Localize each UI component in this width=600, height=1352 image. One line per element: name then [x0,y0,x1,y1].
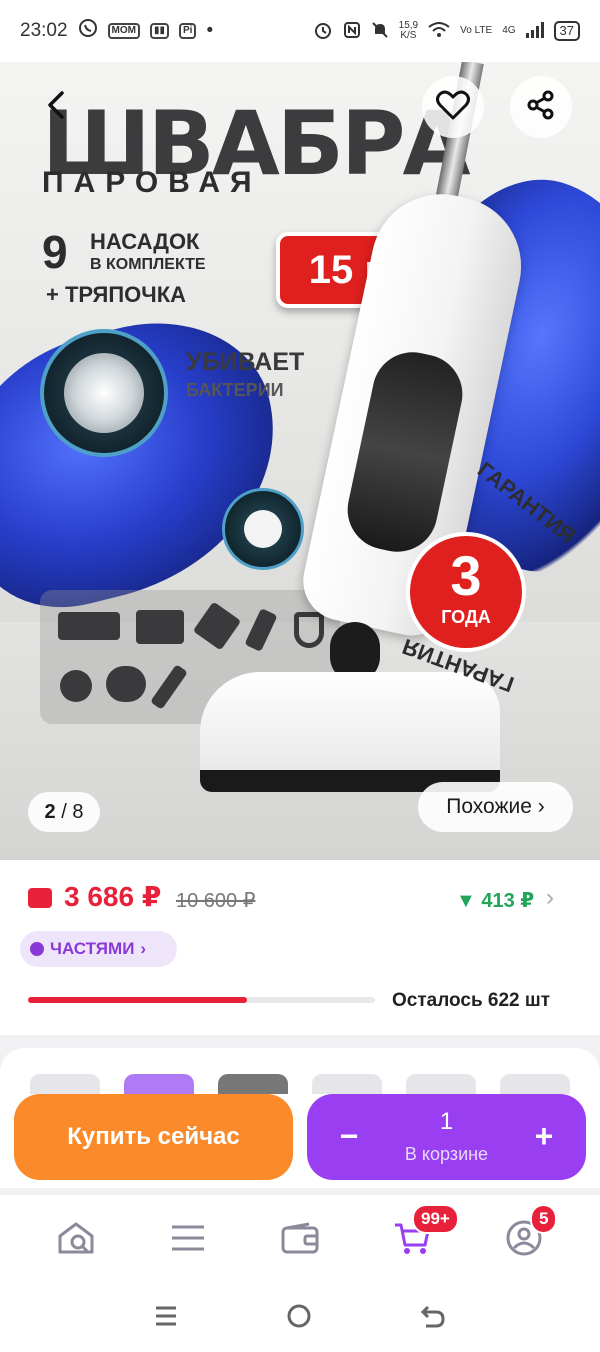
wallet-icon [28,888,52,908]
battery-level: 37 [559,23,574,38]
mute-icon [371,21,389,42]
increase-quantity-button[interactable]: + [524,1116,564,1156]
share-icon [526,90,556,125]
share-button[interactable] [510,76,572,138]
back-arrow-icon[interactable] [420,1303,446,1334]
variant-option[interactable] [500,1074,570,1094]
home-circle-icon[interactable] [286,1303,312,1334]
status-bar: 23:02 MOM ▮▮ Pi • 15,9 K/S Vo LTE 4G 37 [0,0,600,62]
status-time: 23:02 [20,20,68,41]
home-icon [56,1220,96,1261]
battery-icon: 37 [553,21,580,41]
variant-option[interactable] [218,1074,288,1094]
chevron-right-icon: › [140,939,147,958]
whatsapp-icon [78,18,98,44]
bacteria-line1: УБИВАЕТ [186,348,305,376]
installments-button[interactable]: ЧАСТЯМИ › [20,931,177,967]
nfc-icon [343,21,361,42]
stock-progress-bar [28,997,375,1003]
buy-now-button[interactable]: Купить сейчас [14,1094,293,1180]
promo-subtitle: ПАРОВАЯ [42,166,262,199]
feature-text: НАСАДОК В КОМПЛЕКТЕ [90,230,206,276]
wallet-icon [281,1222,319,1259]
nav-wallet[interactable] [270,1210,330,1270]
blue-fabric-left [0,297,307,627]
cart-badge: 99+ [412,1204,459,1234]
bacteria-text: УБИВАЕТ БАКТЕРИИ [186,348,304,404]
warranty-badge: 3 ГОДА [406,532,526,652]
recent-apps-icon[interactable] [154,1304,178,1333]
feature-line2: В КОМПЛЕКТЕ [90,256,206,273]
accessory-icon [192,601,242,651]
system-navigation [0,1285,600,1352]
stock-remaining: Осталось 622 шт [392,990,551,1011]
dot-icon: • [206,20,214,41]
nav-cart[interactable]: 99+ [382,1204,459,1270]
feature-extra: + ТРЯПОЧКА [46,282,187,307]
nav-profile[interactable]: 5 [494,1204,558,1270]
current-price: 3 686 ₽ [64,881,162,912]
favorite-button[interactable] [422,76,484,138]
volte-label: Vo LTE [460,25,493,36]
signal-icon [525,21,544,41]
bottom-navigation: 99+ 5 [0,1195,600,1285]
page-current: 2 [44,800,56,823]
similar-button[interactable]: Похожие › [418,782,573,832]
accessory-icon [150,664,188,710]
pie-icon [30,942,44,956]
chevron-right-icon[interactable]: › [546,884,554,912]
alarm-icon [313,20,333,43]
variant-option[interactable] [30,1074,100,1094]
wifi-icon [428,21,450,42]
cart-quantity-control: − 1 В корзине + [307,1094,586,1180]
net-speed: 15,9 K/S [398,20,419,41]
similar-label: Похожие › [446,795,545,818]
chevron-left-icon [44,90,70,125]
accessory-icon [294,612,324,648]
accessory-icon [58,612,120,640]
accessory-icon [60,670,92,702]
momlife-icon: MOM [107,23,140,39]
warranty-years: ГОДА [441,607,491,627]
catalog-icon [170,1223,206,1258]
bacteria-line2: БАКТЕРИИ [186,380,284,400]
pi-icon: Pi [179,23,197,39]
accessory-icon [136,610,184,644]
variant-option[interactable] [406,1074,476,1094]
variant-option[interactable] [312,1074,382,1094]
variant-option-selected[interactable] [124,1074,194,1094]
price-drop[interactable]: ▼ 413 ₽ [456,888,534,913]
signal-4g: 4G [502,25,516,36]
accessory-icon [106,666,146,702]
bacteria-icon [64,353,144,433]
mailru-icon: ▮▮ [150,23,170,39]
warranty-number: 3 [450,544,482,607]
microfiber-pad-icon [244,510,282,548]
old-price: 10 600 ₽ [176,890,256,912]
nav-catalog[interactable] [158,1210,218,1270]
feature-line1: НАСАДОК [90,229,200,254]
feature-count: 9 [42,226,68,278]
stock-progress-fill [28,997,247,1003]
accessory-icon [244,608,278,652]
installments-label: ЧАСТЯМИ [50,939,135,958]
image-page-indicator: 2 / 8 [28,792,100,832]
profile-badge: 5 [530,1204,558,1234]
mop-head [200,672,500,792]
page-separator: / [55,800,73,823]
nav-home[interactable] [46,1210,106,1270]
product-image-gallery[interactable]: ШВАБРА ПАРОВАЯ 9 НАСАДОК В КОМПЛЕКТЕ + Т… [0,62,600,860]
back-button[interactable] [26,76,88,138]
heart-icon [436,90,470,125]
page-total: 8 [72,800,84,823]
